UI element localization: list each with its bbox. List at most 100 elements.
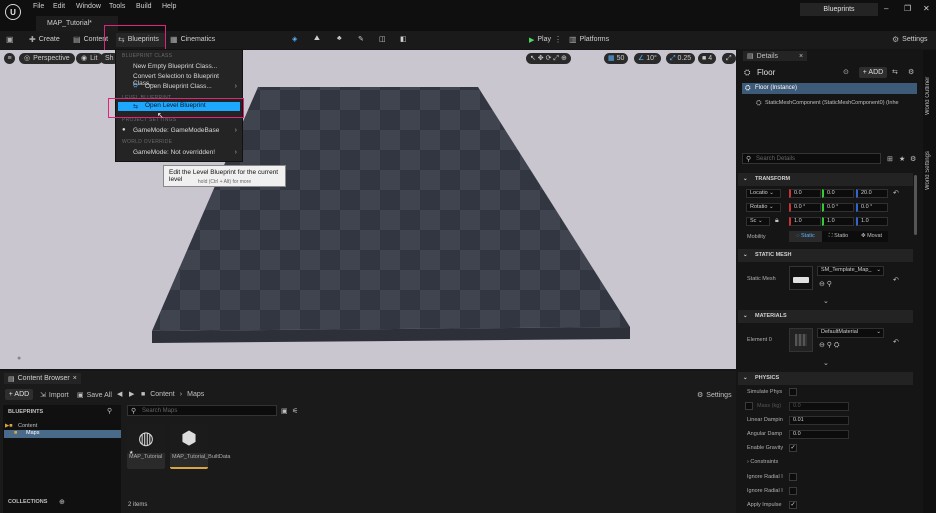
rotation-x-field[interactable]: 0.0 °: [789, 203, 821, 212]
search-icon[interactable]: ⚲: [107, 407, 112, 415]
location-y-field[interactable]: 0.0: [822, 189, 854, 198]
reset-icon[interactable]: ↶: [893, 338, 899, 346]
world-settings-tab[interactable]: World Settings: [925, 135, 931, 190]
details-add-button[interactable]: + ADD: [859, 67, 887, 78]
menu-window[interactable]: Window: [76, 3, 101, 10]
assets-search-input[interactable]: ⚲ Search Maps: [127, 405, 277, 416]
instance-row[interactable]: ⛭ Floor (Instance): [742, 83, 917, 94]
details-settings-icon[interactable]: ⚙: [910, 155, 916, 163]
lock-icon[interactable]: ⊙: [843, 68, 849, 76]
static-mesh-dropdown[interactable]: SM_Template_Map_ ⌄: [817, 266, 884, 276]
history-forward-icon[interactable]: ▶: [129, 390, 134, 398]
cinematics-button[interactable]: ▦ Cinematics: [170, 35, 215, 44]
enable-gravity-checkbox[interactable]: ✓: [789, 444, 797, 452]
close-window-button[interactable]: ✕: [923, 4, 930, 13]
add-collection-icon[interactable]: ⊕: [59, 498, 65, 506]
menu-gamemode-override[interactable]: GameMode: Not overridden!: [133, 149, 215, 156]
material-dropdown[interactable]: DefaultMaterial ⌄: [817, 328, 884, 338]
favorites-icon[interactable]: ★: [899, 155, 905, 163]
unreal-logo-icon[interactable]: U: [5, 4, 21, 20]
location-dropdown[interactable]: Locatio ⌄: [746, 189, 781, 198]
constraints-row[interactable]: › Constraints: [747, 459, 778, 465]
create-button[interactable]: ✚ Create: [29, 35, 60, 44]
angular-damping-field[interactable]: 0.0: [789, 430, 849, 439]
menu-help[interactable]: Help: [162, 3, 176, 10]
menu-new-empty-blueprint[interactable]: New Empty Blueprint Class...: [133, 63, 217, 70]
simulate-physics-checkbox[interactable]: [789, 388, 797, 396]
scale-snap-button[interactable]: ⤢ 0.25: [666, 53, 696, 64]
material-thumbnail[interactable]: [789, 328, 813, 352]
asset-map-tutorial-builtdata[interactable]: ⬢ MAP_Tutorial_BuiltData: [170, 423, 231, 469]
scale-y-field[interactable]: 1.0: [822, 217, 854, 226]
browse-icon[interactable]: ⊖ ⚲: [819, 280, 832, 288]
location-x-field[interactable]: 0.0: [789, 189, 821, 198]
component-row[interactable]: StaticMeshComponent (StaticMeshComponent…: [765, 100, 917, 106]
tree-item-content[interactable]: Content: [18, 423, 37, 429]
menu-open-blueprint-class[interactable]: Open Blueprint Class...: [145, 83, 212, 90]
mass-field[interactable]: 0.0: [789, 402, 849, 411]
browse-icon[interactable]: ⊖ ⚲ ⛭: [819, 341, 839, 350]
perspective-button[interactable]: ◎ Perspective: [19, 53, 75, 64]
expand-icon[interactable]: ⌄: [823, 359, 829, 367]
location-z-field[interactable]: 20.0: [856, 189, 888, 198]
mobility-movable[interactable]: ✥ Movat: [855, 231, 888, 242]
rotation-dropdown[interactable]: Rotatio ⌄: [746, 203, 781, 212]
asset-map-tutorial[interactable]: ◍ ★ MAP_Tutorial: [127, 423, 165, 469]
expand-icon[interactable]: ⌄: [823, 297, 829, 305]
filter-icon[interactable]: ⚟: [292, 407, 298, 415]
content-button[interactable]: ▤ Content: [73, 35, 108, 44]
mass-override-checkbox[interactable]: [745, 402, 753, 410]
rotation-y-field[interactable]: 0.0 °: [822, 203, 854, 212]
transform-section-header[interactable]: ⌄ TRANSFORM: [738, 173, 913, 186]
menu-file[interactable]: File: [33, 3, 44, 10]
landscape-mode-icon[interactable]: ⛰: [314, 35, 320, 43]
physics-section-header[interactable]: ⌄ PHYSICS: [738, 372, 913, 385]
paint-mode-icon[interactable]: ✎: [358, 35, 364, 43]
maximize-button[interactable]: ❐: [904, 4, 911, 13]
select-mode-icon[interactable]: ◈: [292, 35, 297, 43]
camera-speed-button[interactable]: ■ 4: [698, 53, 717, 64]
details-search-input[interactable]: ⚲ Search Details: [742, 153, 881, 164]
content-browser-tab[interactable]: ▤ Content Browser ×: [4, 373, 81, 384]
content-add-button[interactable]: + ADD: [5, 389, 33, 400]
settings-button[interactable]: ⚙ Settings: [892, 35, 927, 44]
mobility-static[interactable]: ◌ Static: [789, 231, 822, 242]
foliage-mode-icon[interactable]: ♣: [337, 35, 342, 42]
breadcrumb-content[interactable]: Content: [150, 391, 175, 398]
menu-tools[interactable]: Tools: [109, 3, 125, 10]
history-back-icon[interactable]: ◀: [117, 390, 122, 398]
collections-header[interactable]: COLLECTIONS: [8, 499, 47, 505]
details-tab[interactable]: ▤ Details ×: [743, 51, 808, 61]
mesh-mode-icon[interactable]: ◫: [379, 35, 386, 43]
viewport-options-icon[interactable]: ≡: [4, 53, 15, 64]
menu-edit[interactable]: Edit: [53, 3, 65, 10]
materials-section-header[interactable]: ⌄ MATERIALS: [738, 310, 913, 323]
play-button[interactable]: ▶ Play ⋮: [529, 35, 562, 44]
reset-icon[interactable]: ↶: [893, 189, 899, 197]
scale-dropdown[interactable]: Sc ⌄: [746, 217, 770, 226]
ignore-radial-force-checkbox[interactable]: [789, 487, 797, 495]
tree-item-maps[interactable]: ■ Maps: [4, 430, 121, 438]
lock-icon[interactable]: 🔒︎: [775, 217, 779, 225]
menu-build[interactable]: Build: [136, 3, 152, 10]
close-tab-icon[interactable]: ×: [799, 53, 803, 60]
ignore-radial-impulse-checkbox[interactable]: [789, 473, 797, 481]
fracture-mode-icon[interactable]: ◧: [400, 35, 407, 43]
platforms-button[interactable]: ▥ Platforms: [569, 35, 609, 44]
reset-icon[interactable]: ↶: [893, 276, 899, 284]
settings-icon[interactable]: ⚙: [908, 68, 914, 76]
blueprints-tree-header[interactable]: BLUEPRINTS: [8, 409, 43, 415]
save-search-icon[interactable]: ▣: [281, 407, 288, 415]
menu-gamemode-base[interactable]: GameMode: GameModeBase: [133, 127, 219, 134]
grid-view-icon[interactable]: ⊞: [887, 155, 893, 163]
details-scrollbar[interactable]: [914, 175, 917, 235]
breadcrumb-maps[interactable]: Maps: [187, 391, 204, 398]
transform-tools[interactable]: ↖ ✥ ⟳ ⤢ ⊕: [526, 53, 571, 64]
apply-impulse-checkbox[interactable]: ✓: [789, 501, 797, 509]
save-all-button[interactable]: ▣ Save All: [77, 391, 112, 400]
world-outliner-tab[interactable]: World Outliner: [925, 55, 931, 115]
grid-snap-button[interactable]: ▦ 50: [604, 53, 629, 64]
save-icon[interactable]: ▣: [6, 35, 14, 44]
blueprint-add-icon[interactable]: ⇆: [892, 68, 898, 76]
import-button[interactable]: ⇲ Import: [40, 391, 69, 400]
